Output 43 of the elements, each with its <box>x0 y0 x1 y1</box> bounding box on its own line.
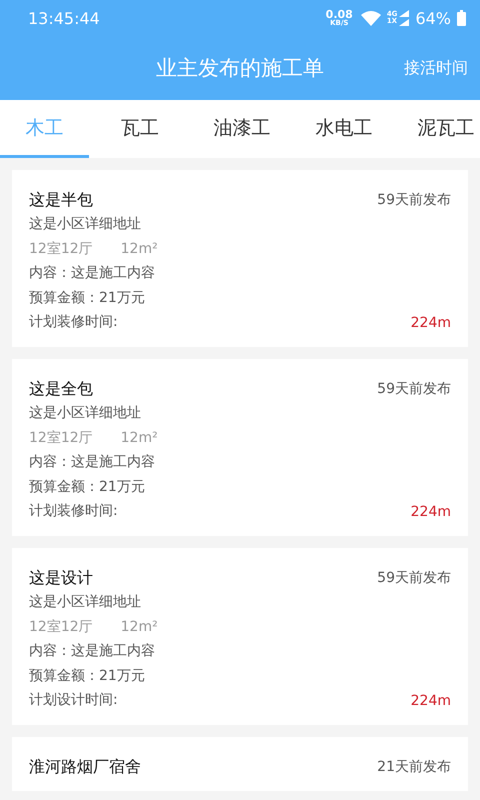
posted-time: 21天前发布 <box>377 758 451 776</box>
order-card[interactable]: 这是全包 59天前发布 这是小区详细地址 12室12厅 12m² 内容：这是施工内容 预算金额：21万元 计划装修时间: 224m <box>12 358 468 536</box>
plan-time-label: 计划装修时间: <box>29 313 118 332</box>
room-layout: 12室12厅 <box>29 240 93 259</box>
address-text: 这是小区详细地址 <box>29 592 142 612</box>
room-layout: 12室12厅 <box>29 428 93 448</box>
plan-time-label: 计划装修时间: <box>29 502 118 522</box>
distance-text: 224m <box>410 692 451 709</box>
plan-time-label: 计划设计时间: <box>29 691 118 710</box>
order-title: 淮河路烟厂宿舍 <box>29 756 141 778</box>
order-title: 这是半包 <box>29 189 93 211</box>
distance-text: 224m <box>410 314 451 331</box>
budget-text: 预算金额：21万元 <box>29 666 146 686</box>
budget-text: 预算金额：21万元 <box>29 478 146 497</box>
distance-text: 224m <box>410 504 451 520</box>
room-layout: 12室12厅 <box>29 618 93 637</box>
posted-time: 59天前发布 <box>377 191 451 209</box>
order-title: 这是全包 <box>29 378 93 400</box>
posted-time: 59天前发布 <box>377 380 451 398</box>
address-text: 这是小区详细地址 <box>29 404 142 423</box>
signal-icon <box>397 10 410 26</box>
content-text: 内容：这是施工内容 <box>29 453 156 472</box>
area-text: 12m² <box>120 428 158 448</box>
wifi-icon <box>360 10 381 26</box>
status-time: 13:45:44 <box>28 8 101 28</box>
category-tab[interactable]: 水电工 <box>293 100 395 158</box>
page-title: 业主发布的施工单 <box>156 55 324 82</box>
category-tab[interactable]: 瓦工 <box>89 100 191 158</box>
order-title: 这是设计 <box>29 566 93 589</box>
budget-text: 预算金额：21万元 <box>29 288 146 308</box>
posted-time: 59天前发布 <box>377 568 451 587</box>
content-text: 内容：这是施工内容 <box>29 264 156 284</box>
battery-icon <box>457 10 466 26</box>
order-card[interactable]: 这是设计 59天前发布 这是小区详细地址 12室12厅 12m² 内容：这是施工内容 预算金额：21万元 计划设计时间: 224m <box>12 548 468 725</box>
address-text: 这是小区详细地址 <box>29 215 142 234</box>
order-card[interactable]: 淮河路烟厂宿舍 21天前发布 <box>12 736 468 791</box>
category-tab[interactable]: 油漆工 <box>191 100 293 158</box>
content-text: 内容：这是施工内容 <box>29 642 156 662</box>
area-text: 12m² <box>120 240 158 259</box>
order-card[interactable]: 这是半包 59天前发布 这是小区详细地址 12室12厅 12m² 内容：这是施工内容 预算金额：21万元 计划装修时间: 224m <box>12 170 468 347</box>
area-text: 12m² <box>120 618 158 637</box>
battery-percent: 64% <box>415 8 451 28</box>
category-tab[interactable]: 泥瓦工 <box>395 100 480 158</box>
